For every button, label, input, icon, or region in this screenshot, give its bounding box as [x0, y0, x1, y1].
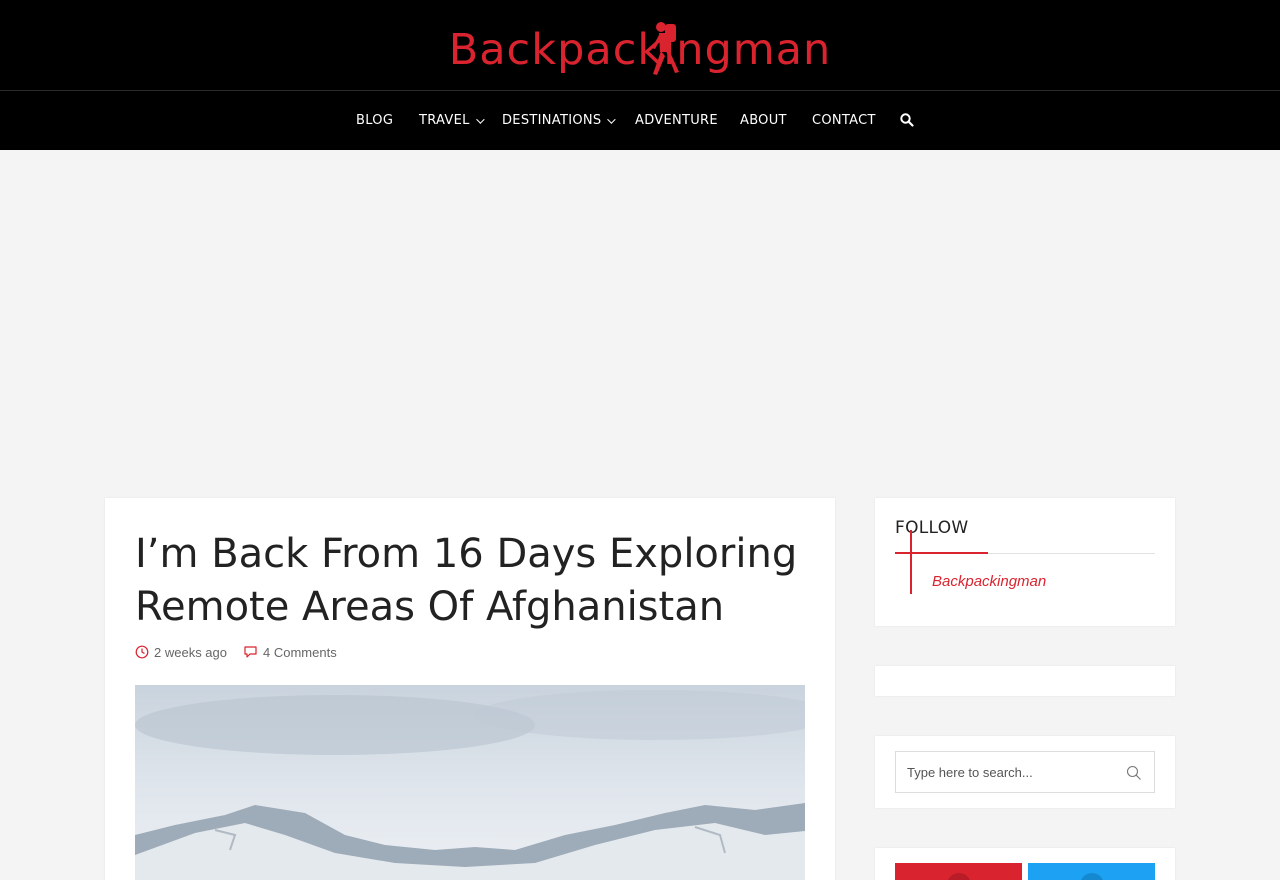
- date-text: 2 weeks ago: [154, 644, 227, 660]
- nav-item-destinations[interactable]: DESTINATIONS: [502, 91, 617, 150]
- main-nav: BLOG TRAVEL DESTINATIONS ADVENTURE ABOUT…: [0, 91, 1280, 150]
- comments-text: 4 Comments: [263, 644, 337, 660]
- nav-item-contact[interactable]: CONTACT: [812, 91, 876, 150]
- article-meta: 2 weeks ago 4 Comments: [135, 642, 353, 662]
- follow-accent-bar: [910, 530, 912, 594]
- nav-item-travel[interactable]: TRAVEL: [419, 91, 485, 150]
- article-title[interactable]: I’m Back From 16 Days Exploring Remote A…: [135, 528, 815, 634]
- backpacker-icon: [652, 22, 679, 75]
- nav-label: TRAVEL: [419, 113, 470, 128]
- twitter-button[interactable]: [1028, 863, 1155, 880]
- clock-icon: [135, 645, 149, 659]
- nav-item-adventure[interactable]: ADVENTURE: [635, 91, 718, 150]
- search-icon[interactable]: [900, 113, 914, 127]
- logo-text: Backpackingman: [448, 25, 832, 75]
- search-icon[interactable]: [1126, 765, 1142, 781]
- youtube-button[interactable]: [895, 863, 1022, 880]
- youtube-icon: [947, 873, 971, 880]
- follow-widget: FOLLOW Backpackingman: [875, 498, 1175, 626]
- nav-label: CONTACT: [812, 113, 876, 128]
- nav-item-about[interactable]: ABOUT: [740, 91, 787, 150]
- nav-label: DESTINATIONS: [502, 113, 602, 128]
- social-widget: [875, 848, 1175, 880]
- comment-icon: [244, 646, 257, 658]
- site-header: Backpackingman BLOG TRAVEL DESTINATIONS …: [0, 0, 1280, 150]
- nav-item-blog[interactable]: BLOG: [356, 91, 393, 150]
- chevron-down-icon: [475, 114, 485, 124]
- search-input[interactable]: [896, 752, 1116, 792]
- site-logo[interactable]: Backpackingman: [415, 18, 865, 82]
- widget-title: FOLLOW: [895, 518, 969, 538]
- article-hero-image[interactable]: [135, 685, 805, 880]
- empty-widget: [875, 666, 1175, 696]
- follow-link[interactable]: Backpackingman: [932, 573, 1046, 590]
- nav-label: ABOUT: [740, 113, 787, 128]
- nav-label: ADVENTURE: [635, 113, 718, 128]
- chevron-down-icon: [607, 114, 617, 124]
- widget-title-underline: [895, 552, 988, 554]
- nav-label: BLOG: [356, 113, 394, 128]
- search-box: [895, 751, 1155, 793]
- twitter-icon: [1080, 873, 1104, 880]
- article-date: 2 weeks ago: [135, 645, 227, 660]
- article-card: I’m Back From 16 Days Exploring Remote A…: [105, 498, 835, 880]
- snowy-mountains-image: [135, 685, 805, 880]
- article-comments[interactable]: 4 Comments: [243, 645, 337, 660]
- ad-placeholder: [0, 150, 1280, 470]
- search-widget: [875, 736, 1175, 808]
